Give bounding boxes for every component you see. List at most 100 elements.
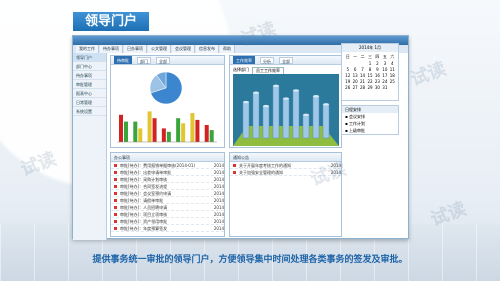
calendar-day[interactable]: 19 — [344, 79, 351, 84]
bar — [152, 118, 157, 142]
efficiency-title[interactable]: 工作效率 — [233, 56, 255, 64]
calendar-day[interactable]: 2 — [374, 61, 381, 66]
sidebar-item-2[interactable]: 待办事项 — [73, 71, 106, 80]
todo-row[interactable]: 审批[待办]：采购计划审核 2014 — [111, 176, 224, 183]
bar-cap — [253, 91, 259, 94]
calendar-day[interactable]: 20 — [351, 79, 358, 84]
sidebar-item-6[interactable]: 系统设置 — [73, 107, 106, 116]
todo-text: 审批[待办]：费用报销单据审核(2014-01) — [120, 163, 195, 168]
approval-chart-header: 待审批 部门 全部 — [111, 56, 224, 65]
calendar-day[interactable]: 3 — [381, 61, 388, 66]
calendar-day[interactable]: 24 — [381, 79, 388, 84]
todo-panel: 办公事项 审批[待办]：费用报销单据审核(2014-01) 2014 审批[待办]：… — [110, 152, 225, 237]
todo-header: 办公事项 — [111, 153, 224, 162]
todo-row[interactable]: 审批[待办]：出差申请单审批 2014 — [111, 169, 224, 176]
calendar-day[interactable]: 17 — [381, 73, 388, 78]
calendar: 2014年 1月 日一二三四五六 1 2 3 4 5 6 7 8 9 10 11 12 13 14 15 16 1… — [341, 43, 399, 101]
calendar-day[interactable]: 11 — [389, 67, 396, 72]
todo-row[interactable]: 审批[待办]：人员招聘申请 2014 — [111, 204, 224, 211]
efficiency-panel: 工作效率 分析 全部 选择部门 员工工作效率 — [229, 55, 342, 148]
calendar-day[interactable]: 31 — [381, 85, 388, 90]
calendar-day[interactable] — [351, 61, 358, 66]
calendar-day[interactable]: 21 — [359, 79, 366, 84]
calendar-day[interactable]: 29 — [366, 85, 373, 90]
bar-cap — [263, 104, 269, 108]
calendar-day[interactable]: 8 — [366, 67, 373, 72]
bar — [262, 105, 270, 139]
todo-row[interactable]: 审批[待办]：费用报销单据审核(2014-01) 2014 — [111, 162, 224, 169]
todo-date: 2014 — [213, 219, 224, 224]
tab-6[interactable]: 帮助 — [220, 45, 235, 53]
calendar-day[interactable]: 14 — [359, 73, 366, 78]
todo-row[interactable]: 审批[待办]：请假单审批 2014 — [111, 197, 224, 204]
todo-row[interactable]: 审批[待办]：合同签发流程 2014 — [111, 183, 224, 190]
todo-text: 审批[待办]：资产领用审批 — [120, 219, 168, 224]
schedule-item[interactable]: ▪ 上级审批 — [342, 127, 398, 134]
todo-row[interactable]: 审批[待办]：年度预算签发 2014 — [111, 225, 224, 232]
tab-2[interactable]: 已办事项 — [124, 45, 147, 53]
calendar-day[interactable]: 18 — [389, 73, 396, 78]
sidebar-item-1[interactable]: 部门中心 — [73, 62, 106, 71]
page-title: 领导门户 — [73, 12, 149, 31]
calendar-weekday: 二 — [360, 54, 365, 59]
todo-date: 2014 — [213, 170, 224, 175]
schedule-title: 日程安排 — [342, 106, 398, 113]
todo-date: 2014 — [213, 184, 224, 189]
todo-row[interactable]: 审批[待办]：会议室预约申请 2014 — [111, 190, 224, 197]
approval-dept-chip[interactable]: 部门 — [137, 57, 151, 64]
todo-text: 审批[待办]：出差申请单审批 — [120, 170, 172, 175]
efficiency-analysis-chip[interactable]: 分析 — [260, 57, 274, 64]
calendar-weekday: 六 — [390, 54, 395, 59]
calendar-day[interactable]: 6 — [351, 67, 358, 72]
tab-4[interactable]: 会议管理 — [172, 45, 195, 53]
calendar-day[interactable]: 22 — [366, 79, 373, 84]
tab-5[interactable]: 信息发布 — [196, 45, 219, 53]
bar — [119, 114, 123, 142]
calendar-day[interactable]: 10 — [381, 67, 388, 72]
calendar-day[interactable]: 16 — [374, 73, 381, 78]
schedule-item[interactable]: ▪ 会议安排 — [342, 113, 398, 120]
calendar-day[interactable] — [359, 61, 366, 66]
todo-row[interactable]: 审批[待办]：资产领用审批 2014 — [111, 218, 224, 225]
calendar-day[interactable]: 23 — [374, 79, 381, 84]
todo-text: 审批[待办]：采购计划审核 — [120, 177, 168, 182]
bar — [176, 118, 181, 142]
calendar-day[interactable]: 26 — [344, 85, 351, 90]
calendar-day[interactable] — [344, 61, 351, 66]
calendar-day[interactable]: 27 — [351, 85, 358, 90]
calendar-day[interactable]: 9 — [374, 67, 381, 72]
schedule-item[interactable]: ▪ 工作计划 — [342, 120, 398, 127]
todo-row[interactable]: 审批[待办]：项目立项审核 2014 — [111, 211, 224, 218]
calendar-day[interactable]: 7 — [359, 67, 366, 72]
sidebar-item-3[interactable]: 审批管理 — [73, 80, 106, 89]
todo-text: 审批[待办]：项目立项审核 — [120, 212, 168, 217]
approval-all-chip[interactable]: 全部 — [156, 57, 170, 64]
bar — [181, 123, 186, 142]
sidebar-item-5[interactable]: 日常管理 — [73, 98, 106, 107]
bar — [195, 119, 200, 142]
calendar-day[interactable]: 12 — [344, 73, 351, 78]
bar — [302, 114, 310, 139]
calendar-day[interactable]: 1 — [366, 61, 373, 66]
approval-chart-tab[interactable]: 待审批 — [114, 56, 132, 64]
calendar-day[interactable]: 4 — [389, 61, 396, 66]
sidebar-item-4[interactable]: 报表中心 — [73, 89, 106, 98]
bar — [282, 98, 290, 139]
bar — [190, 113, 195, 142]
tab-1[interactable]: 待办事项 — [100, 45, 123, 53]
calendar-day[interactable]: 28 — [359, 85, 366, 90]
bar-chart-approval — [117, 111, 217, 143]
calendar-day[interactable]: 25 — [389, 79, 396, 84]
efficiency-header: 工作效率 分析 全部 — [230, 56, 341, 65]
calendar-day[interactable]: 15 — [366, 73, 373, 78]
calendar-day[interactable]: 30 — [374, 85, 381, 90]
bullet-icon — [114, 199, 117, 202]
bar-cap — [303, 113, 309, 116]
efficiency-all-chip[interactable]: 全部 — [279, 57, 293, 64]
sidebar-item-0[interactable]: 领导门户 — [73, 53, 106, 62]
calendar-day[interactable]: 5 — [344, 67, 351, 72]
calendar-weekday: 一 — [353, 54, 358, 59]
tab-0[interactable]: 我的工作 — [76, 45, 99, 53]
tab-3[interactable]: 公文管理 — [148, 45, 171, 53]
calendar-day[interactable]: 13 — [351, 73, 358, 78]
